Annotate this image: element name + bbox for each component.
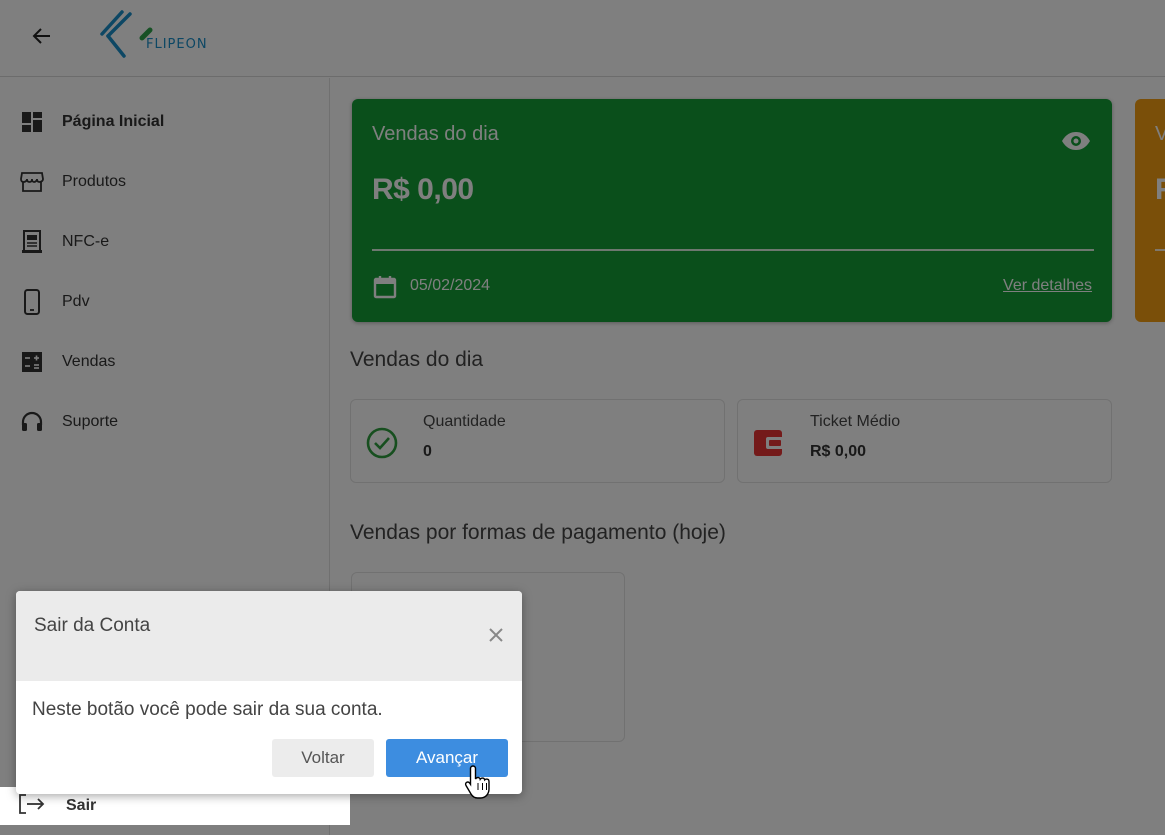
dialog-title: Sair da Conta <box>34 615 151 636</box>
logout-icon <box>18 793 46 820</box>
close-icon[interactable] <box>486 625 506 645</box>
back-step-button[interactable]: Voltar <box>272 739 374 777</box>
hand-pointer-icon <box>464 764 492 800</box>
tour-dialog: Sair da Conta Neste botão você pode sair… <box>16 591 522 794</box>
dialog-message: Neste botão você pode sair da sua conta. <box>32 699 383 720</box>
logout-label: Sair <box>66 797 97 814</box>
